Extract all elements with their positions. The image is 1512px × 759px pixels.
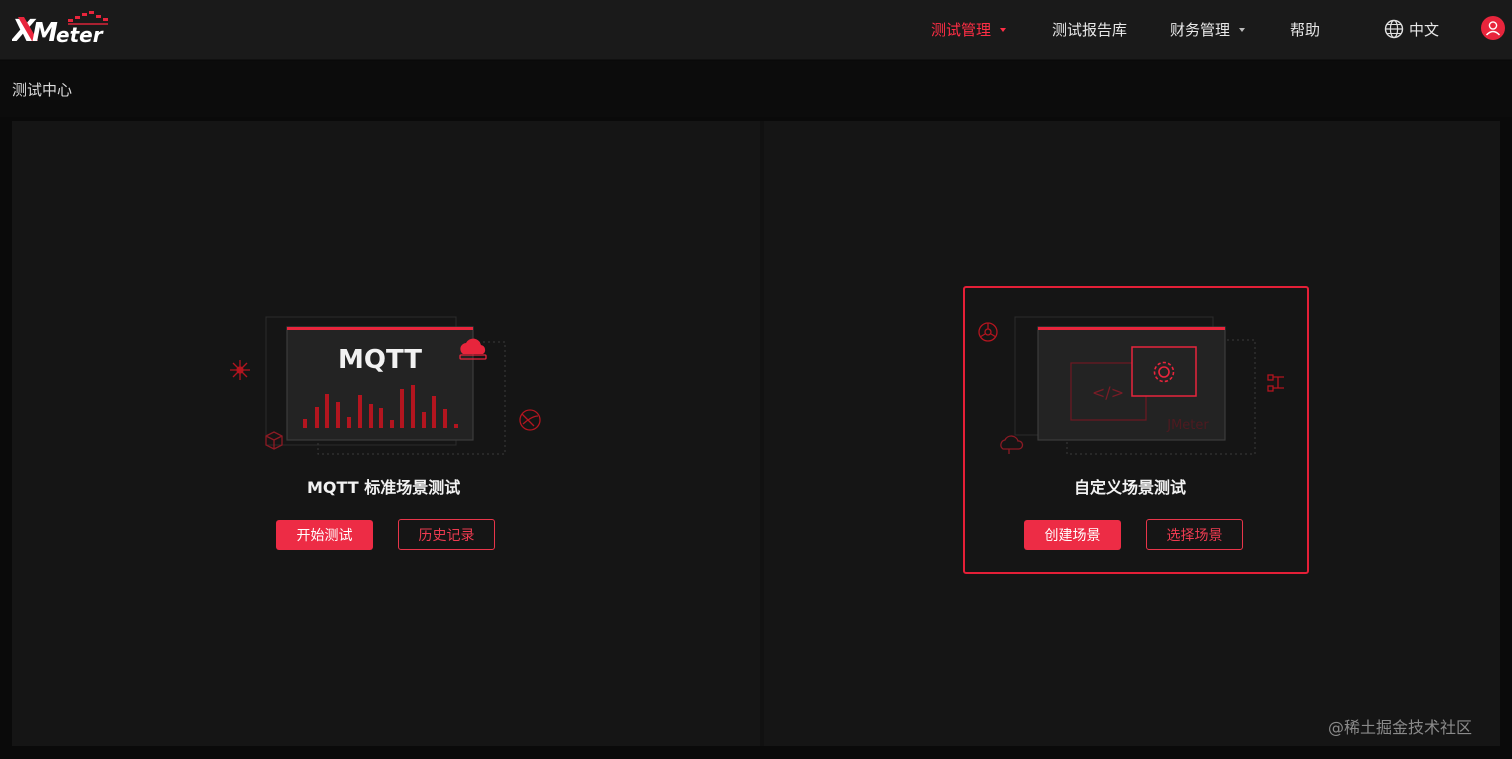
top-navigation-bar xyxy=(0,0,1512,60)
xmeter-logo[interactable]: X M eter xyxy=(12,9,112,49)
page-title: 测试中心 xyxy=(12,81,73,99)
cube-icon xyxy=(265,431,283,450)
mqtt-illustration: MQTT xyxy=(230,316,541,455)
nav-help[interactable]: 帮助 xyxy=(1290,0,1320,58)
select-scenario-button[interactable]: 选择场景 xyxy=(1146,519,1243,550)
start-test-button[interactable]: 开始测试 xyxy=(276,520,373,550)
language-switcher[interactable]: 中文 xyxy=(1384,0,1439,58)
mqtt-illustration-label: MQTT xyxy=(338,345,422,375)
nav-test-management-label: 测试管理 xyxy=(931,20,992,39)
nav-finance-management-label: 财务管理 xyxy=(1170,20,1231,39)
svg-text:eter: eter xyxy=(56,23,104,47)
cloud-outline-icon xyxy=(1000,435,1024,454)
nav-test-report-library-label: 测试报告库 xyxy=(1052,20,1128,39)
nav-finance-management[interactable]: 财务管理 xyxy=(1170,0,1246,58)
cluster-icon xyxy=(978,322,998,342)
history-button[interactable]: 历史记录 xyxy=(398,519,495,550)
custom-scenario-illustration: </> JMeter xyxy=(978,316,1284,455)
network-node-icon xyxy=(230,360,250,380)
custom-card-title: 自定义场景测试 xyxy=(1074,478,1187,497)
nav-test-report-library[interactable]: 测试报告库 xyxy=(1052,0,1127,58)
settings-window-icon xyxy=(1131,346,1197,397)
nav-help-label: 帮助 xyxy=(1290,20,1321,39)
mqtt-card-title: MQTT 标准场景测试 xyxy=(307,478,461,497)
user-icon xyxy=(1485,21,1501,36)
jmeter-illustration-label: JMeter xyxy=(1166,418,1209,433)
svg-text:M: M xyxy=(32,18,58,48)
watermark: @稀土掘金技术社区 xyxy=(1328,718,1473,737)
user-avatar-icon[interactable] xyxy=(1481,16,1505,40)
page-header xyxy=(0,61,1512,117)
create-scenario-button[interactable]: 创建场景 xyxy=(1024,520,1121,550)
language-label: 中文 xyxy=(1409,20,1440,39)
globe-network-icon xyxy=(519,409,541,431)
chevron-down-icon xyxy=(1239,27,1246,32)
chevron-down-icon xyxy=(1000,27,1007,32)
svg-text:</>: </> xyxy=(1092,383,1124,402)
globe-icon xyxy=(1384,19,1404,39)
nav-test-management[interactable]: 测试管理 xyxy=(931,0,1007,58)
flow-icon xyxy=(1267,374,1284,392)
